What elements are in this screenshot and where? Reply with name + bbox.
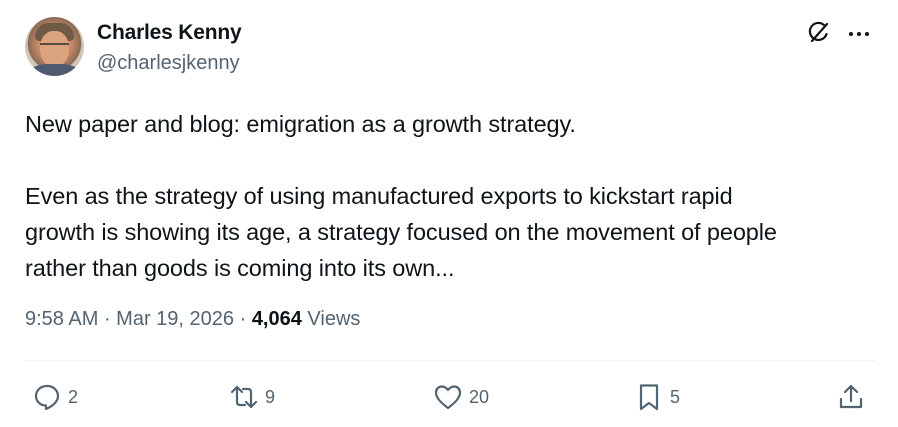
tweet-line: growth is showing its age, a strategy fo…	[25, 219, 777, 245]
more-icon[interactable]	[847, 22, 871, 46]
bookmark-icon	[639, 384, 659, 411]
tweet-time[interactable]: 9:58 AM	[25, 308, 98, 330]
author-handle[interactable]: @charlesjkenny	[97, 52, 240, 75]
author-name[interactable]: Charles Kenny	[97, 21, 242, 45]
tweet-card: Charles Kenny @charlesjkenny New paper a…	[0, 0, 898, 427]
divider	[25, 360, 875, 361]
views-label: Views	[301, 308, 361, 330]
like-icon	[434, 385, 462, 410]
meta-separator: ·	[98, 308, 117, 330]
tweet-date[interactable]: Mar 19, 2026	[116, 308, 234, 330]
meta-separator: ·	[234, 308, 252, 330]
views-count: 4,064	[251, 308, 302, 330]
reply-count: 2	[68, 386, 79, 407]
like-button[interactable]: 20	[433, 380, 489, 414]
like-count: 20	[469, 386, 490, 407]
retweet-button[interactable]: 9	[229, 380, 275, 414]
avatar-glasses	[40, 43, 69, 51]
reply-button[interactable]: 2	[32, 380, 78, 414]
avatar[interactable]	[25, 17, 84, 76]
tweet-meta: 9:58 AM · Mar 19, 2026 · 4,064 Views	[25, 308, 360, 331]
retweet-count: 9	[265, 386, 276, 407]
bookmark-count: 5	[670, 386, 681, 407]
avatar-shirt	[29, 64, 80, 76]
tweet-line: Even as the strategy of using manufactur…	[25, 183, 733, 209]
tweet-text: New paper and blog: emigration as a grow…	[25, 106, 875, 286]
bookmark-button[interactable]: 5	[634, 380, 680, 414]
tweet-line: rather than goods is coming into its own…	[25, 255, 455, 281]
tweet-paragraph: New paper and blog: emigration as a grow…	[25, 111, 576, 137]
retweet-icon	[230, 385, 258, 409]
grok-icon[interactable]	[806, 20, 832, 46]
reply-icon	[34, 384, 60, 411]
share-icon	[839, 384, 863, 409]
share-button[interactable]	[836, 380, 866, 414]
